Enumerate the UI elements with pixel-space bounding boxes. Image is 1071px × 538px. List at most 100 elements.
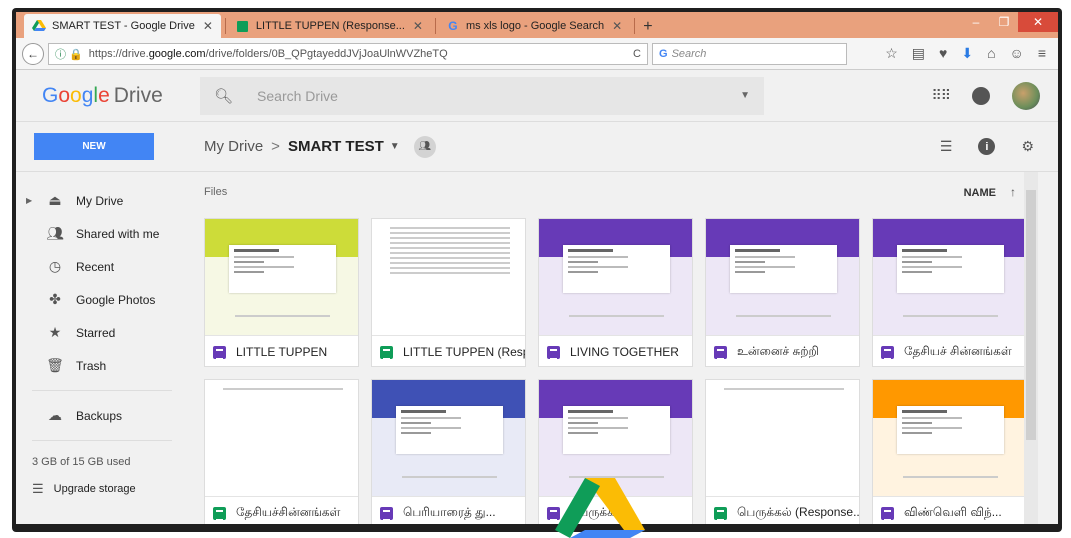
file-card[interactable]: பெருக்கல் (Response... [705, 379, 860, 524]
new-tab-button[interactable]: + [643, 18, 652, 36]
storage-usage: 3 GB of 15 GB used [32, 456, 131, 468]
sidebar-item-label: Starred [76, 325, 116, 340]
google-sheets-icon [236, 19, 250, 33]
google-drive-logo[interactable]: Google Drive [42, 84, 182, 108]
file-card[interactable]: பெரியாரைத் து... [371, 379, 526, 524]
sort-name-button[interactable]: NAME ↑ [964, 185, 1016, 199]
sidebar-item-google-photos[interactable]: ✤ Google Photos [16, 283, 188, 316]
cloud-icon: ☁ [48, 407, 62, 423]
file-thumbnail [372, 380, 525, 496]
file-card[interactable]: LIVING TOGETHER [538, 218, 693, 367]
sidebar-item-backups[interactable]: ☁ Backups [16, 399, 188, 432]
close-icon[interactable]: ✕ [203, 19, 213, 33]
shared-people-icon: 👥︎ [46, 225, 64, 241]
form-footer-line [569, 315, 664, 317]
reading-list-icon[interactable]: ▤ [912, 45, 925, 62]
avatar[interactable] [1012, 81, 1040, 110]
drive-header: Google Drive 🔍︎ Search Drive ▼ ⠿⠿ [16, 70, 1058, 122]
sidebar-item-recent[interactable]: ◷ Recent [16, 250, 188, 283]
tab-drive[interactable]: SMART TEST - Google Drive ✕ [24, 14, 221, 38]
breadcrumb-current-folder[interactable]: SMART TEST [288, 138, 384, 155]
new-button[interactable]: NEW [34, 133, 154, 160]
drive-search-input[interactable]: 🔍︎ Search Drive ▼ [200, 76, 764, 115]
pocket-icon[interactable]: ♥ [939, 45, 947, 62]
shared-people-icon[interactable]: 👥︎ [413, 135, 436, 158]
google-forms-icon [881, 345, 894, 360]
hamburger-menu-icon[interactable]: ≡ [1038, 45, 1046, 62]
sheet-preview [390, 227, 510, 277]
trash-icon: 🗑︎ [46, 357, 64, 373]
file-card[interactable]: தேசியச் சின்னங்கள் [872, 218, 1027, 367]
maximize-icon[interactable]: ❐ [990, 12, 1018, 32]
section-label: Files [204, 186, 228, 198]
form-preview [730, 245, 837, 293]
header-actions: ⠿⠿ [931, 81, 1040, 110]
tab-divider [224, 18, 226, 34]
list-view-icon[interactable]: ☰ [940, 138, 953, 155]
info-icon[interactable]: i [978, 138, 996, 155]
files-header: Files NAME ↑ [188, 172, 1038, 212]
sidebar-item-label: Recent [76, 259, 115, 274]
search-icon: 🔍︎ [214, 87, 234, 105]
reload-icon[interactable]: C [633, 48, 641, 60]
scrollbar-thumb[interactable] [1026, 190, 1036, 440]
back-arrow-icon[interactable]: ← [22, 42, 44, 65]
sidebar-item-label: Trash [76, 358, 107, 373]
minimize-icon[interactable]: – [962, 12, 990, 32]
file-name: பெருக்கல் (Response... [737, 505, 859, 519]
tab-bar: SMART TEST - Google Drive ✕ LITTLE TUPPE… [16, 12, 1058, 38]
breadcrumb-separator: > [271, 138, 280, 155]
caret-down-icon[interactable]: ▼ [740, 90, 750, 101]
tab-sheet[interactable]: LITTLE TUPPEN (Response... ✕ [228, 14, 431, 38]
file-thumbnail [706, 380, 859, 496]
sidebar-item-starred[interactable]: ★ Starred [16, 316, 188, 349]
breadcrumb-my-drive[interactable]: My Drive [204, 138, 263, 155]
file-thumbnail [205, 219, 358, 335]
view-actions: ☰ i ⚙ [940, 138, 1034, 155]
file-thumbnail [873, 219, 1026, 335]
close-icon[interactable]: ✕ [612, 19, 622, 33]
smiley-icon[interactable]: ☺ [1010, 45, 1024, 62]
form-footer-line [903, 476, 998, 478]
file-card[interactable]: உன்னைச் சுற்றி [705, 218, 860, 367]
file-name: LIVING TOGETHER [570, 345, 679, 359]
sidebar-item-shared-with-me[interactable]: 👥︎ Shared with me [16, 217, 188, 250]
upgrade-storage-link[interactable]: ☰ Upgrade storage [16, 475, 188, 503]
download-icon[interactable]: ⬇ [961, 45, 973, 62]
tab-search[interactable]: G ms xls logo - Google Search ✕ [438, 14, 630, 38]
sidebar-item-trash[interactable]: 🗑︎ Trash [16, 349, 188, 382]
settings-gear-icon[interactable]: ⚙ [1021, 138, 1034, 155]
caret-down-icon[interactable]: ▼ [390, 141, 400, 152]
form-preview [563, 245, 670, 293]
browser-search-field[interactable]: G Search [652, 42, 847, 65]
url-path: /drive/folders/0B_QPgtayeddJVjJoaUlnWVZh… [205, 47, 448, 60]
form-preview [897, 406, 1004, 454]
google-g-icon: G [659, 47, 668, 60]
file-name: LITTLE TUPPEN [236, 345, 328, 359]
sidebar-item-label: Google Photos [76, 292, 156, 307]
scrollbar[interactable] [1024, 172, 1038, 524]
file-card[interactable]: LITTLE TUPPEN (Respo... [371, 218, 526, 367]
form-footer-line [235, 315, 330, 317]
address-field[interactable]: ⓘ 🔒 https://drive. google.com/drive/folde… [48, 42, 648, 65]
file-card[interactable]: விண்வெளி விந்... [872, 379, 1027, 524]
file-thumbnail [539, 219, 692, 335]
close-icon[interactable]: ✕ [413, 19, 423, 33]
star-icon[interactable]: ☆ [885, 45, 898, 62]
file-name: உன்னைச் சுற்றி [737, 344, 819, 358]
google-forms-icon [547, 345, 560, 360]
tab-divider [434, 18, 436, 34]
sidebar-item-label: Shared with me [76, 226, 160, 241]
sidebar-item-my-drive[interactable]: ▶ ⏏ My Drive [16, 184, 188, 217]
sort-arrow-up-icon: ↑ [1010, 185, 1016, 199]
apps-grid-icon[interactable]: ⠿⠿ [931, 87, 950, 104]
home-icon[interactable]: ⌂ [987, 45, 995, 62]
notifications-icon[interactable] [972, 86, 990, 105]
file-card[interactable]: தேசியச்சின்னங்கள் [204, 379, 359, 524]
file-card[interactable]: LITTLE TUPPEN [204, 218, 359, 367]
window-close-icon[interactable]: ✕ [1018, 12, 1058, 32]
file-label: LITTLE TUPPEN (Respo... [372, 335, 525, 368]
divider [32, 390, 172, 391]
expand-arrow-icon[interactable]: ▶ [26, 196, 32, 205]
browser-toolbar-icons: ☆ ▤ ♥ ⬇ ⌂ ☺ ≡ [885, 45, 1052, 62]
